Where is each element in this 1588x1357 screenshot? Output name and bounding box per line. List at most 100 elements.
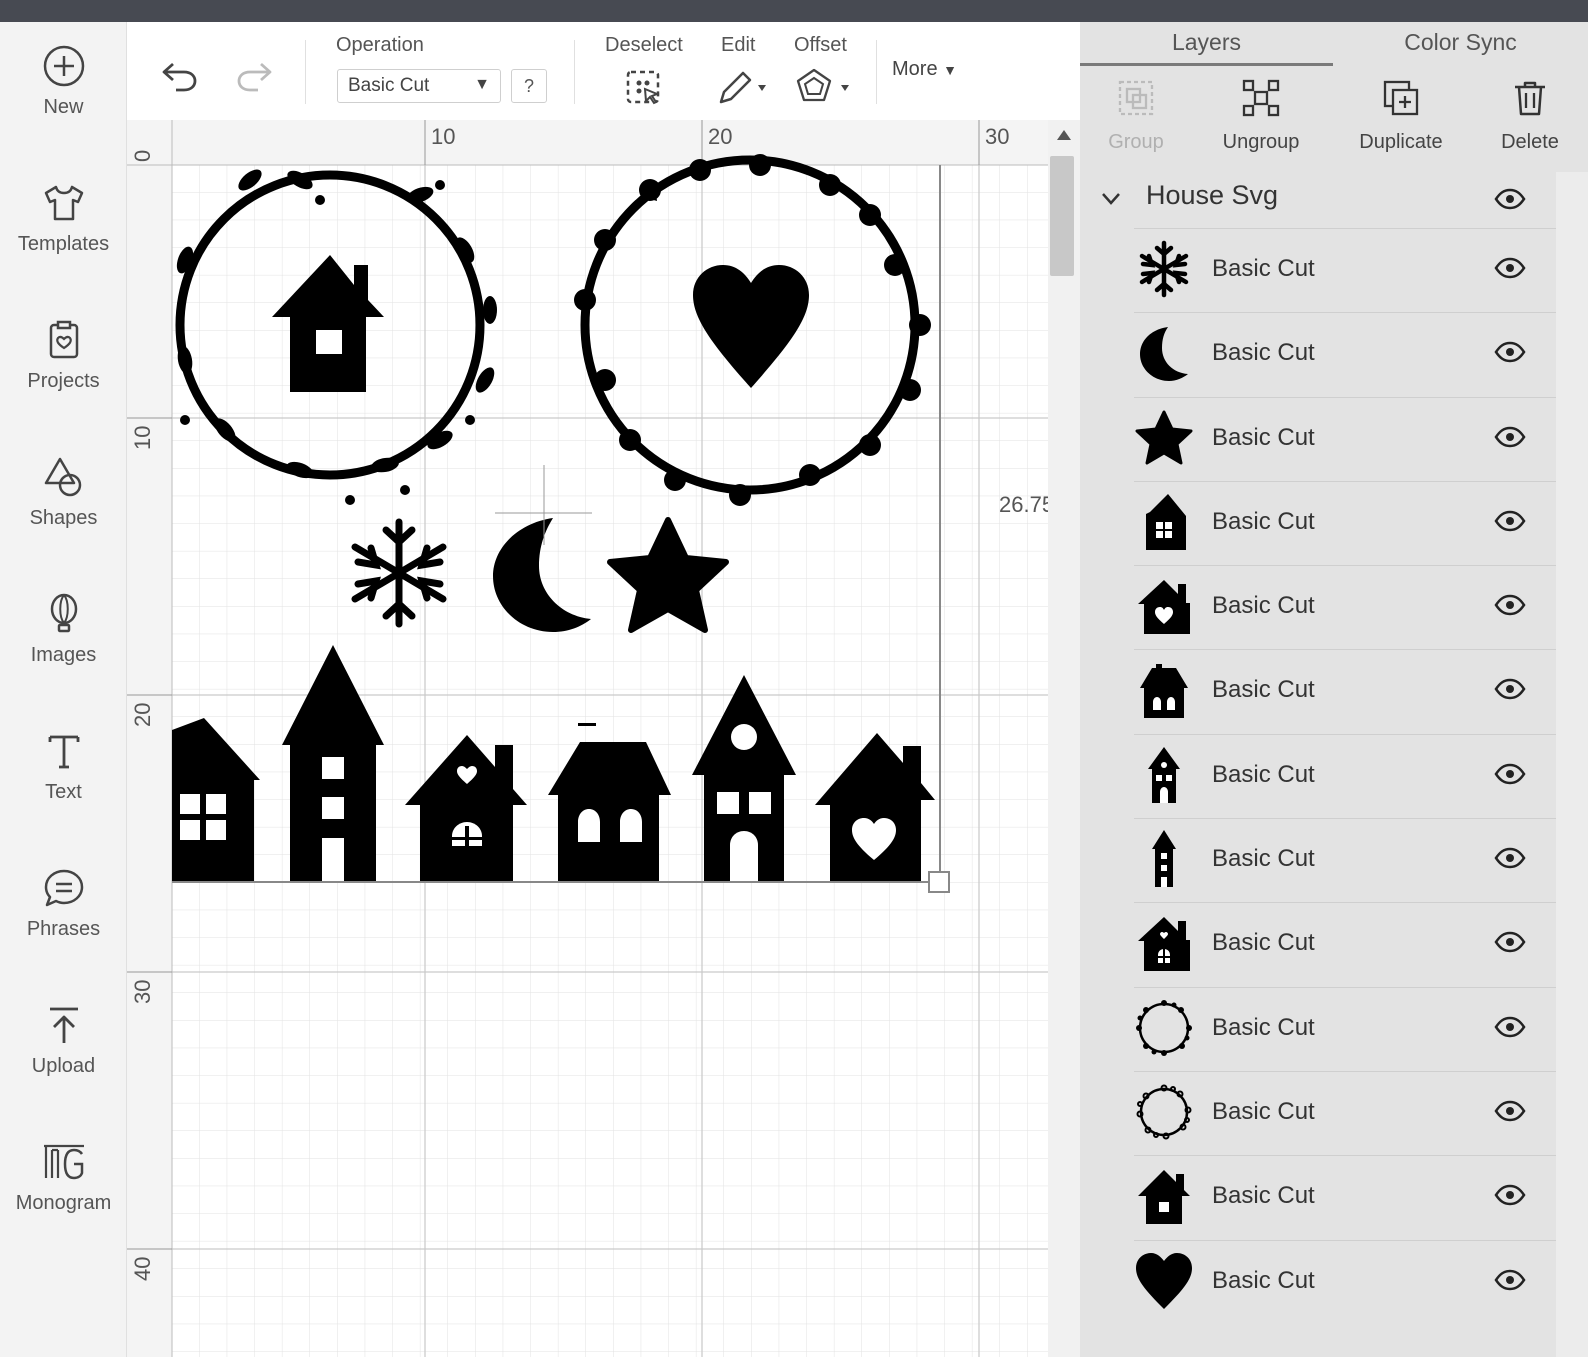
ruler-left-label: 0 <box>130 150 155 162</box>
ungroup-label: Ungroup <box>1222 131 1300 153</box>
house-heart-icon <box>1138 580 1190 635</box>
more-label: More <box>892 58 938 80</box>
plus-circle-icon <box>43 45 84 87</box>
sidebar-item-text[interactable]: Text <box>0 729 127 849</box>
layer-row[interactable]: Basic Cut <box>1134 565 1556 649</box>
eye-icon[interactable] <box>1494 341 1526 363</box>
sidebar-item-upload[interactable]: Upload <box>0 1003 127 1123</box>
sidebar-item-label: Templates <box>17 233 110 255</box>
ungroup-button[interactable]: Ungroup <box>1201 78 1321 154</box>
deselect-icon[interactable] <box>624 68 664 108</box>
ruler-left-label: 30 <box>130 980 155 1004</box>
eye-icon[interactable] <box>1494 426 1526 448</box>
offset-icon[interactable] <box>795 68 855 108</box>
ruler-left-label: 20 <box>130 703 155 727</box>
eye-icon[interactable] <box>1494 763 1526 785</box>
chevron-down-icon[interactable] <box>1100 190 1122 208</box>
sidebar-item-label: Text <box>45 781 82 803</box>
eye-icon[interactable] <box>1494 1100 1526 1122</box>
help-button[interactable]: ? <box>511 69 547 103</box>
sidebar-item-monogram[interactable]: Monogram <box>0 1140 127 1260</box>
layer-label: Basic Cut <box>1212 845 1315 873</box>
layer-row[interactable]: Basic Cut <box>1134 228 1556 312</box>
sidebar-item-phrases[interactable]: Phrases <box>0 866 127 986</box>
scroll-up-arrow-icon[interactable] <box>1056 128 1072 142</box>
undo-icon[interactable] <box>159 58 201 92</box>
layer-label: Basic Cut <box>1212 1266 1315 1294</box>
eye-icon[interactable] <box>1494 510 1526 532</box>
canvas-artboard[interactable]: 10 20 30 0 10 20 30 40 26.75 <box>127 120 1048 1357</box>
ungroup-icon <box>1242 79 1280 117</box>
tab-color-sync[interactable]: Color Sync <box>1333 22 1588 66</box>
canvas-vertical-scrollbar[interactable] <box>1048 120 1080 1357</box>
duplicate-icon <box>1383 80 1419 116</box>
upload-icon <box>49 1007 78 1043</box>
eye-icon[interactable] <box>1494 847 1526 869</box>
group-icon <box>1118 80 1154 116</box>
layer-label: Basic Cut <box>1212 676 1315 704</box>
eye-icon[interactable] <box>1494 1016 1526 1038</box>
tower-house-icon <box>1148 746 1180 803</box>
layer-row[interactable]: Basic Cut <box>1134 480 1556 565</box>
house-heart-window-icon <box>1138 917 1190 972</box>
layer-label: Basic Cut <box>1212 1182 1315 1210</box>
sidebar-item-label: Phrases <box>26 918 101 940</box>
eye-icon[interactable] <box>1494 594 1526 616</box>
window-top-bar <box>0 0 1588 22</box>
layers-scrollbar[interactable] <box>1556 172 1588 1357</box>
pencil-icon[interactable] <box>715 68 771 108</box>
group-button[interactable]: Group <box>1076 78 1196 154</box>
sidebar-item-label: New <box>43 96 84 118</box>
layer-group-title: House Svg <box>1146 180 1279 210</box>
layer-row[interactable]: Basic Cut <box>1134 312 1556 396</box>
layer-label: Basic Cut <box>1212 1013 1315 1041</box>
ruler-top-label: 10 <box>431 124 455 149</box>
sidebar-item-templates[interactable]: Templates <box>0 181 127 301</box>
delete-button[interactable]: Delete <box>1470 78 1588 154</box>
sidebar-item-label: Shapes <box>29 507 98 529</box>
layer-group-row[interactable]: House Svg <box>1080 172 1556 228</box>
eye-icon[interactable] <box>1494 188 1526 210</box>
eye-icon[interactable] <box>1494 678 1526 700</box>
eye-icon[interactable] <box>1494 1184 1526 1206</box>
layer-row[interactable]: Basic Cut <box>1134 733 1556 818</box>
scrollbar-thumb[interactable] <box>1050 156 1074 276</box>
layer-row[interactable]: Basic Cut <box>1134 902 1556 986</box>
layer-row[interactable]: Basic Cut <box>1134 818 1556 902</box>
sidebar-item-label: Projects <box>27 370 100 392</box>
resize-handle[interactable] <box>928 871 950 893</box>
tab-layers[interactable]: Layers <box>1080 22 1333 66</box>
toolbar-divider <box>305 40 306 104</box>
dimension-label: 26.75 <box>999 492 1048 517</box>
operation-value: Basic Cut <box>348 75 430 96</box>
sidebar-item-images[interactable]: Images <box>0 592 127 712</box>
layer-row[interactable]: Basic Cut <box>1134 1239 1556 1324</box>
eye-icon[interactable] <box>1494 1269 1526 1291</box>
duplicate-label: Duplicate <box>1359 131 1443 153</box>
snowflake-icon <box>1139 240 1189 298</box>
redo-icon[interactable] <box>233 58 275 92</box>
layer-row[interactable]: Basic Cut <box>1134 1070 1556 1155</box>
layer-row[interactable]: Basic Cut <box>1134 649 1556 733</box>
lightbulb-icon <box>50 593 77 633</box>
more-menu-button[interactable]: More ▼ <box>892 58 957 81</box>
layer-row[interactable]: Basic Cut <box>1134 986 1556 1071</box>
layer-row[interactable]: Basic Cut <box>1134 396 1556 481</box>
layer-row[interactable]: Basic Cut <box>1134 1155 1556 1239</box>
top-ruler <box>127 120 1048 165</box>
sidebar-item-shapes[interactable]: Shapes <box>0 455 127 575</box>
group-label: Group <box>1108 131 1164 153</box>
layer-label: Basic Cut <box>1212 339 1315 367</box>
duplicate-button[interactable]: Duplicate <box>1341 78 1461 154</box>
eye-icon[interactable] <box>1494 931 1526 953</box>
layer-label: Basic Cut <box>1212 423 1315 451</box>
eye-icon[interactable] <box>1494 257 1526 279</box>
sidebar-item-new[interactable]: New <box>0 44 127 164</box>
sidebar-item-projects[interactable]: Projects <box>0 318 127 438</box>
trash-icon <box>1515 81 1545 116</box>
layer-label: Basic Cut <box>1212 1097 1315 1125</box>
ruler-left-label: 40 <box>130 1257 155 1281</box>
tshirt-icon <box>44 185 83 221</box>
operation-select[interactable]: Basic Cut ▼ <box>337 69 501 103</box>
design-canvas[interactable]: 10 20 30 0 10 20 30 40 26.75 <box>127 120 1048 1357</box>
